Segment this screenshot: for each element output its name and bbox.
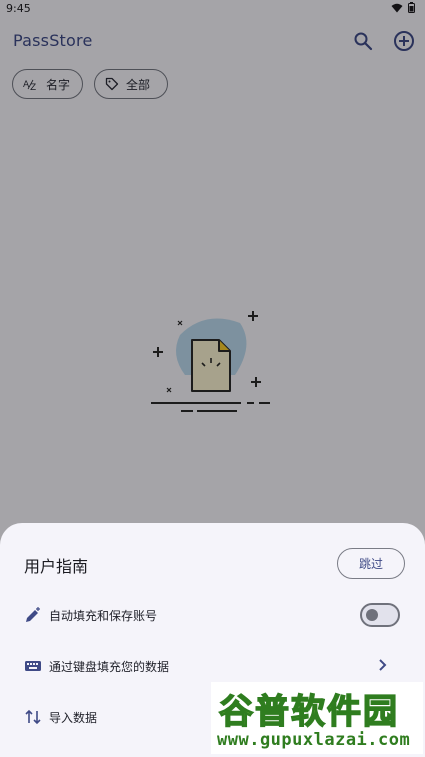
watermark: 谷普软件园 www.gupuxlazai.com [211, 682, 423, 754]
toggle-knob [366, 609, 378, 621]
swap-vertical-icon [25, 709, 41, 725]
sheet-title: 用户指南 [24, 557, 89, 576]
autofill-label: 自动填充和保存账号 [49, 609, 158, 623]
import-data-label: 导入数据 [49, 711, 98, 725]
watermark-title: 谷普软件园 [218, 691, 399, 733]
chevron-right-icon[interactable] [374, 657, 390, 673]
pen-sparkle-icon [26, 607, 40, 622]
watermark-url: www.gupuxlazai.com [217, 730, 411, 750]
keyboard-icon [25, 661, 41, 671]
autofill-row[interactable]: 自动填充和保存账号 [0, 593, 425, 637]
autofill-toggle[interactable] [360, 603, 400, 627]
skip-button[interactable]: 跳过 [337, 548, 405, 579]
keyboard-fill-label: 通过键盘填充您的数据 [49, 660, 170, 674]
